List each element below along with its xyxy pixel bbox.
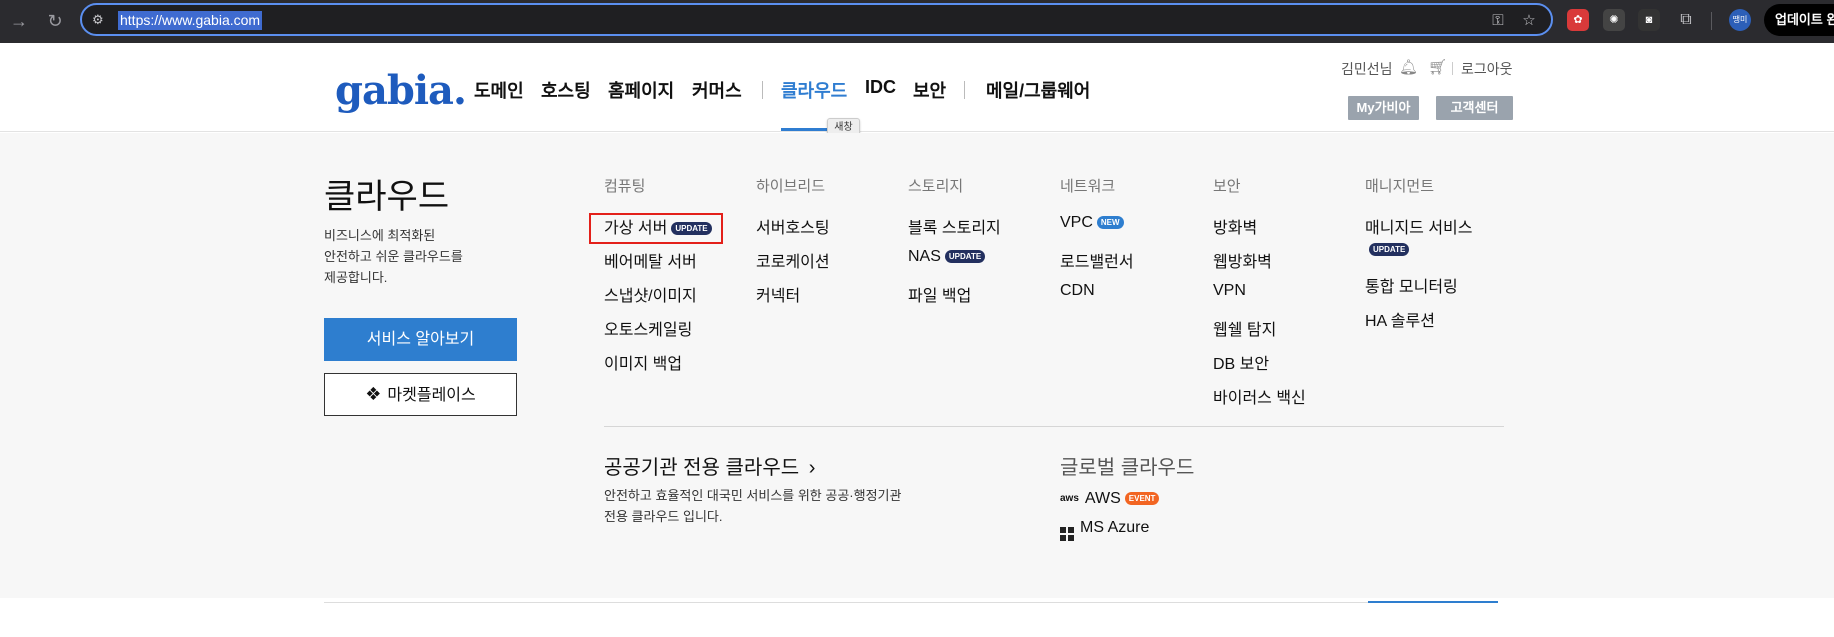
nav-cloud[interactable]: 클라우드 [781,77,847,103]
menu-item-colocation[interactable]: 코로케이션 [756,248,830,272]
address-bar[interactable]: ⚙ https://www.gabia.com ⚿ ☆ [80,3,1553,36]
global-cloud-title: 글로벌 클라우드 [1060,457,1195,479]
customer-center-button[interactable]: 고객센터 [1436,96,1513,120]
public-cloud-link[interactable]: 공공기관 전용 클라우드 › [604,451,815,480]
column-head-hybrid: 하이브리드 [756,178,826,195]
menu-item-integrated-monitoring[interactable]: 통합 모니터링 [1365,273,1458,297]
update-badge: UPDATE [1369,243,1410,257]
reload-icon[interactable]: ↻ [42,8,68,34]
mega-description-line: 비즈니스에 최적화된 [324,228,436,243]
mega-title: 클라우드 [324,178,450,216]
aws-link[interactable]: aws AWS EVENT [1060,490,1160,508]
menu-item-webshell-detection[interactable]: 웹쉘 탐지 [1213,316,1276,340]
menu-item-antivirus[interactable]: 바이러스 백신 [1213,384,1306,408]
menu-item-ha-solution[interactable]: HA 솔루션 [1365,307,1435,331]
public-cloud-title: 공공기관 전용 클라우드 [604,457,800,479]
extension-icon[interactable]: ◙ [1638,9,1660,31]
menu-item-autoscaling[interactable]: 오토스케일링 [604,316,692,340]
nav-commerce[interactable]: 커머스 [692,77,742,103]
profile-avatar[interactable]: 땡미 [1729,9,1751,31]
mega-description-line: 제공합니다. [324,270,388,285]
bookmark-star-icon[interactable]: ☆ [1519,11,1539,31]
menu-item-web-firewall[interactable]: 웹방화벽 [1213,248,1272,272]
chevron-right-icon: › [808,457,816,479]
menu-item-image-backup[interactable]: 이미지 백업 [604,350,682,374]
column-head-network: 네트워크 [1060,178,1116,195]
browser-update-button[interactable]: 업데이트 완 [1764,4,1834,36]
logout-link[interactable]: 로그아웃 [1461,59,1513,79]
page-accent-line [1368,601,1498,603]
nav-domain[interactable]: 도메인 [474,77,524,103]
menu-item-baremetal-server[interactable]: 베어메탈 서버 [604,248,697,272]
password-key-icon[interactable]: ⚿ [1488,11,1508,31]
menu-item-managed-service[interactable]: 매니지드 서비스 UPDATE [1365,214,1473,259]
menu-item-connector[interactable]: 커넥터 [756,282,800,306]
nav-security[interactable]: 보안 [913,77,946,103]
menu-item-db-security[interactable]: DB 보안 [1213,350,1269,374]
new-badge: NEW [1096,216,1124,230]
menu-item-file-backup[interactable]: 파일 백업 [908,282,971,306]
marketplace-button[interactable]: ❖ 마켓플레이스 [324,373,517,416]
menu-item-label: 매니지드 서비스 [1365,220,1473,237]
extension-icon[interactable]: ✺ [1603,9,1625,31]
mega-divider [604,426,1504,427]
user-name: 김민선님 [1341,61,1393,77]
column-head-computing: 컴퓨팅 [604,178,646,195]
column-head-management: 매니지먼트 [1365,178,1435,195]
page-divider [324,602,1369,603]
selection-highlight [589,213,723,244]
learn-services-button[interactable]: 서비스 알아보기 [324,318,517,361]
nav-divider [964,81,965,99]
menu-item-block-storage[interactable]: 블록 스토리지 [908,214,1001,238]
site-settings-icon[interactable]: ⚙ [92,12,108,28]
windows-logo-icon [1060,527,1074,541]
menu-item-snapshot-image[interactable]: 스냅샷/이미지 [604,282,697,306]
gabia-logo[interactable]: gabia. [335,67,467,114]
url-text[interactable]: https://www.gabia.com [118,11,263,30]
nav-hosting[interactable]: 호스팅 [541,77,591,103]
menu-item-nas[interactable]: NAS UPDATE [908,248,986,266]
mega-description-line: 안전하고 쉬운 클라우드를 [324,249,463,264]
util-divider [1452,62,1453,75]
cubes-icon: ❖ [365,384,382,404]
extension-icon[interactable]: ✿ [1567,9,1589,31]
aws-logo-icon: aws [1060,493,1079,504]
cloud-mega-menu: 클라우드 비즈니스에 최적화된 안전하고 쉬운 클라우드를 제공합니다. 서비스… [0,133,1834,598]
extensions-puzzle-icon[interactable]: ⧉ [1675,9,1697,31]
nav-mail-groupware[interactable]: 메일/그룹웨어 [986,77,1090,103]
column-head-storage: 스토리지 [908,178,964,195]
public-cloud-description-line: 안전하고 효율적인 대국민 서비스를 위한 공공·행정기관 [604,488,902,503]
menu-item-load-balancer[interactable]: 로드밸런서 [1060,248,1134,272]
my-gabia-button[interactable]: My가비아 [1348,96,1419,120]
toolbar-separator [1711,12,1712,30]
column-head-security: 보안 [1213,178,1241,195]
bell-icon[interactable]: 🔔︎ [1399,58,1418,76]
menu-item-firewall[interactable]: 방화벽 [1213,214,1257,238]
site-header: gabia. 도메인 호스팅 홈페이지 커머스 클라우드 IDC 보안 메일/그… [0,43,1834,138]
cart-icon[interactable]: 🛒︎ [1428,58,1447,76]
aws-label: AWS [1084,490,1121,507]
nav-divider [762,81,763,99]
event-badge: EVENT [1124,492,1160,506]
menu-item-label: VPC [1060,214,1093,231]
nav-homepage[interactable]: 홈페이지 [608,77,674,103]
azure-label: MS Azure [1080,519,1150,536]
public-cloud-description-line: 전용 클라우드 입니다. [604,509,723,524]
ms-azure-link[interactable]: MS Azure [1060,519,1149,541]
menu-item-vpn[interactable]: VPN [1213,282,1246,300]
menu-item-vpc[interactable]: VPC NEW [1060,214,1124,232]
menu-item-server-hosting[interactable]: 서버호스팅 [756,214,830,238]
nav-idc[interactable]: IDC [865,77,896,98]
forward-icon[interactable]: → [6,8,32,34]
menu-item-label: NAS [908,248,941,265]
menu-item-cdn[interactable]: CDN [1060,282,1095,300]
marketplace-label: 마켓플레이스 [387,387,476,404]
update-badge: UPDATE [944,250,986,264]
browser-toolbar: → ↻ ⚙ https://www.gabia.com ⚿ ☆ ✿ ✺ ◙ ⧉ … [0,0,1834,43]
